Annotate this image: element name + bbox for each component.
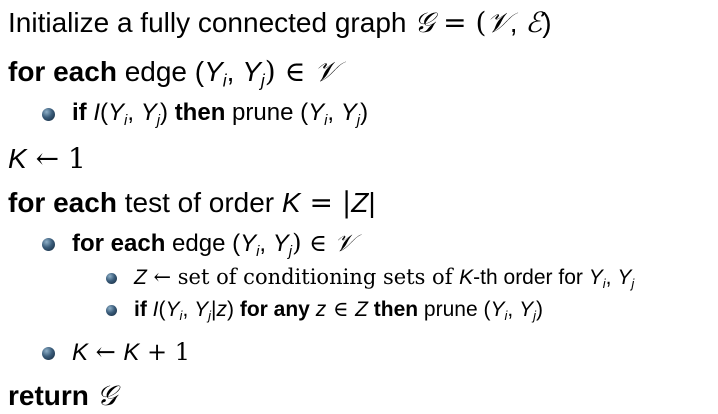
test-text: test of order xyxy=(116,187,282,218)
keyword-then: then xyxy=(174,99,226,126)
edge-text: edge ( xyxy=(116,56,205,87)
sub-j: j xyxy=(631,276,635,292)
close-paren: ) xyxy=(535,298,543,321)
var-y: Y xyxy=(194,298,209,321)
sub-bullet-icon xyxy=(106,305,117,316)
var-y: Y xyxy=(108,99,125,126)
keyword-return: return xyxy=(8,380,89,411)
graph-symbol: 𝒢 xyxy=(96,379,117,412)
var-k: K xyxy=(72,339,89,366)
close-paren: ) xyxy=(227,298,240,321)
k-increment-line: K ← K + 1 xyxy=(72,340,190,365)
comma: , xyxy=(605,266,618,289)
var-k: K xyxy=(8,143,27,174)
close-paren: ) xyxy=(542,7,552,38)
init-text: Initialize a fully connected graph xyxy=(8,7,415,38)
var-z: Z xyxy=(351,187,369,218)
keyword-for-any: for any xyxy=(239,298,310,321)
var-y: Y xyxy=(617,266,632,289)
var-y: Y xyxy=(140,99,157,126)
var-k: K xyxy=(123,339,140,366)
keyword-for-each: for each xyxy=(8,56,117,87)
edge-set-symbol: ℰ xyxy=(525,6,543,39)
var-i: I xyxy=(93,99,101,126)
var-y: Y xyxy=(242,56,261,87)
bullet-icon xyxy=(42,347,55,360)
edge-text: edge ( xyxy=(165,230,241,257)
open-paren: ( xyxy=(100,99,109,126)
for-each-edge-line: for each edge (Yi, Yj) ∈ 𝒱 xyxy=(8,55,338,90)
vertex-set-symbol: 𝒱 xyxy=(314,55,338,88)
abs-bar: | xyxy=(368,187,376,218)
keyword-if: if xyxy=(134,298,147,321)
var-k: K xyxy=(459,266,474,289)
comma: , xyxy=(259,230,273,257)
return-line: return 𝒢 xyxy=(8,382,117,410)
bullet-icon xyxy=(42,108,55,121)
comma: , xyxy=(509,7,526,38)
assign-one: ← 1 xyxy=(26,142,86,175)
for-each-edge-inner-line: for each edge (Yi, Yj) ∈ 𝒱 xyxy=(72,229,355,259)
vertex-set-symbol: 𝒱 xyxy=(486,6,510,39)
close-paren: ) xyxy=(160,99,175,126)
prune-text: prune ( xyxy=(225,99,309,126)
cond-text-1: ← set of conditioning sets of xyxy=(146,265,460,289)
if-conditional-prune-line: if I(Yi, Yj|z) for any z ∈ Z then prune … xyxy=(134,297,543,323)
close-paren: ) xyxy=(360,99,369,126)
comma: , xyxy=(507,298,520,321)
var-y: Y xyxy=(308,99,325,126)
comma: , xyxy=(127,99,141,126)
var-y: Y xyxy=(272,230,289,257)
vertex-set-symbol: 𝒱 xyxy=(334,229,355,257)
assign-arrow: ← xyxy=(88,338,124,366)
for-each-test-line: for each test of order K = |Z| xyxy=(8,189,376,217)
algorithm-slide: { "line1": {"text": "Initialize a fully … xyxy=(0,0,718,414)
keyword-if: if xyxy=(72,99,87,126)
equals-open: = ( xyxy=(434,6,487,39)
open-paren: ( xyxy=(158,298,166,321)
element-of: ) ∈ xyxy=(264,55,315,88)
bullet-icon xyxy=(42,238,55,251)
comma: , xyxy=(182,298,195,321)
conditioning-sets-line: Z ← set of conditioning sets of K-th ord… xyxy=(134,265,635,292)
var-y: Y xyxy=(165,298,180,321)
var-z: z xyxy=(216,298,228,321)
keyword-for-each: for each xyxy=(8,187,117,218)
var-y: Y xyxy=(340,99,357,126)
keyword-for-each: for each xyxy=(72,230,166,257)
var-z-set: Z xyxy=(355,298,368,321)
element-of: ∈ xyxy=(326,297,356,321)
k-init-line: K ← 1 xyxy=(8,145,86,173)
var-y: Y xyxy=(204,56,223,87)
var-y: Y xyxy=(519,298,534,321)
element-of: ) ∈ xyxy=(292,229,335,257)
var-y: Y xyxy=(588,266,603,289)
keyword-then: then xyxy=(373,298,419,321)
graph-symbol: 𝒢 xyxy=(414,6,435,39)
cond-text-2: -th order for xyxy=(473,266,589,289)
var-z: z xyxy=(315,298,327,321)
var-y: Y xyxy=(240,230,257,257)
var-z: Z xyxy=(134,266,147,289)
comma: , xyxy=(226,56,243,87)
plus-one: + 1 xyxy=(139,338,191,366)
prune-text: prune ( xyxy=(418,298,491,321)
var-y: Y xyxy=(490,298,505,321)
equals-abs: = | xyxy=(300,186,352,219)
var-k: K xyxy=(281,187,301,218)
if-prune-line: if I(Yi, Yj) then prune (Yi, Yj) xyxy=(72,99,369,129)
comma: , xyxy=(327,99,341,126)
init-line: Initialize a fully connected graph 𝒢 = (… xyxy=(8,9,552,37)
sub-bullet-icon xyxy=(106,273,117,284)
